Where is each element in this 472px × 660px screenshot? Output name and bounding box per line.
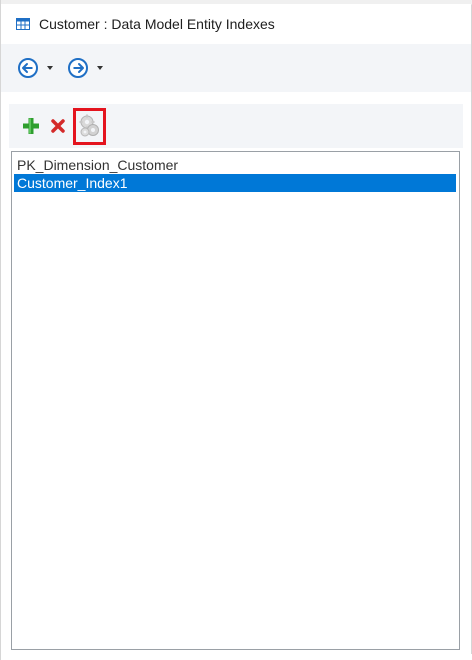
add-index-button[interactable] xyxy=(21,116,41,136)
settings-gears-icon xyxy=(79,114,99,137)
back-arrow-icon xyxy=(17,57,39,79)
title-bar: Customer : Data Model Entity Indexes xyxy=(1,4,471,44)
toolbar-separator xyxy=(1,92,471,104)
forward-button[interactable] xyxy=(67,55,103,81)
index-settings-button[interactable] xyxy=(73,107,106,145)
entity-indexes-window: Customer : Data Model Entity Indexes PK_… xyxy=(0,0,472,660)
back-button[interactable] xyxy=(17,55,53,81)
delete-index-button[interactable] xyxy=(49,117,67,135)
index-toolbar xyxy=(9,104,463,148)
forward-arrow-icon xyxy=(67,57,89,79)
plus-icon xyxy=(23,118,39,134)
window-title: Customer : Data Model Entity Indexes xyxy=(39,16,275,32)
window-bottom-edge xyxy=(1,654,472,660)
index-list-item[interactable]: PK_Dimension_Customer xyxy=(14,156,456,174)
index-list-item[interactable]: Customer_Index1 xyxy=(14,174,456,192)
forward-dropdown-caret-icon[interactable] xyxy=(97,66,103,70)
table-icon xyxy=(15,16,31,32)
delete-x-icon xyxy=(51,119,65,133)
navigation-bar xyxy=(1,44,471,92)
index-list[interactable]: PK_Dimension_Customer Customer_Index1 xyxy=(11,151,460,650)
back-dropdown-caret-icon[interactable] xyxy=(47,66,53,70)
